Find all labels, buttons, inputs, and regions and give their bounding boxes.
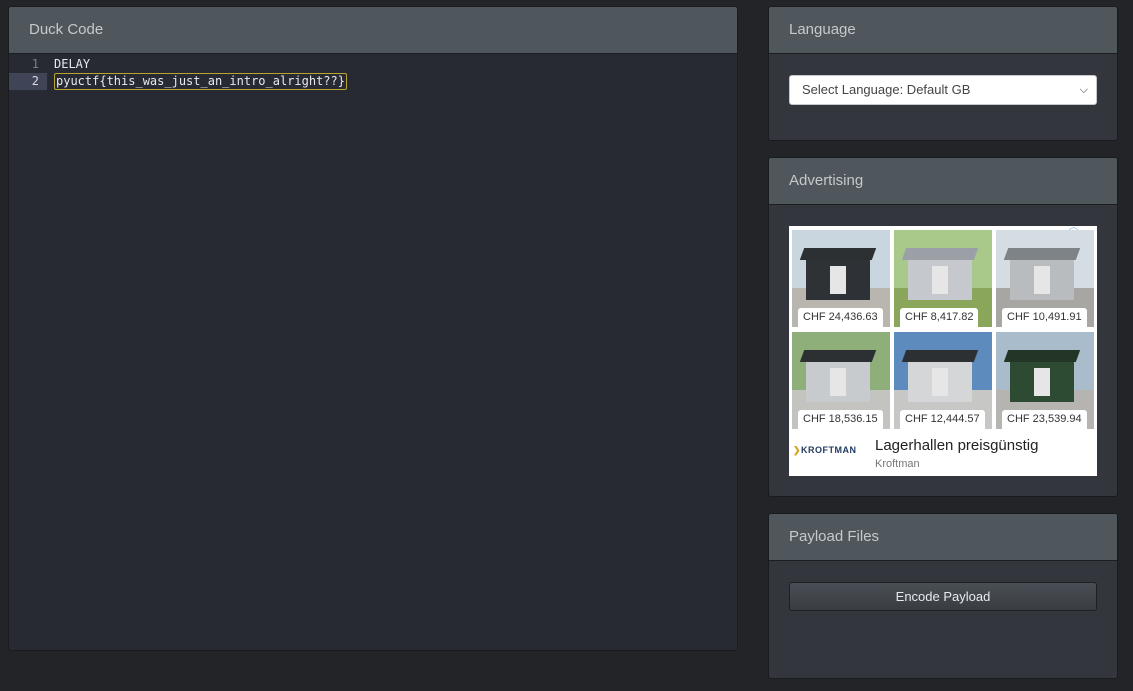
ad-tile[interactable]: CHF 24,436.63 <box>792 230 890 327</box>
duck-code-panel: Duck Code 1 DELAY 2 pyuctf{this_was_just… <box>8 6 738 651</box>
language-panel: Language Select Language: Default GB ⌵ <box>768 6 1118 141</box>
encode-payload-button[interactable]: Encode Payload <box>789 582 1097 611</box>
ad-tile[interactable]: CHF 18,536.15 <box>792 332 890 429</box>
language-select[interactable]: Select Language: Default GB ⌵ <box>789 75 1097 105</box>
ad-footer[interactable]: ❯KROFTMAN Lagerhallen preisgünstig Kroft… <box>789 431 1097 476</box>
code-line-text[interactable]: pyuctf{this_was_just_an_intro_alright??} <box>54 73 347 90</box>
language-select-value: Select Language: Default GB <box>802 82 971 97</box>
code-editor[interactable]: 1 DELAY 2 pyuctf{this_was_just_an_intro_… <box>9 54 737 650</box>
line-number: 1 <box>31 57 39 71</box>
code-line[interactable]: 1 DELAY <box>9 56 737 73</box>
language-title: Language <box>769 7 1117 54</box>
ad-price: CHF 24,436.63 <box>798 308 883 327</box>
payload-files-title: Payload Files <box>769 514 1117 561</box>
ad-banner[interactable]: ⓘ ✕ CHF 24,436.63 CHF 8,417.82 CHF 10,49… <box>789 226 1097 476</box>
code-line-text[interactable]: DELAY <box>54 56 90 73</box>
line-number: 2 <box>9 73 47 90</box>
kroftman-logo: ❯KROFTMAN <box>793 445 857 455</box>
ad-price: CHF 18,536.15 <box>798 410 883 429</box>
ad-advertiser: Kroftman <box>875 458 920 470</box>
advertising-title: Advertising <box>769 158 1117 205</box>
ad-tile[interactable]: CHF 10,491.91 <box>996 230 1094 327</box>
ad-tile[interactable]: CHF 12,444.57 <box>894 332 992 429</box>
ad-tile[interactable]: CHF 23,539.94 <box>996 332 1094 429</box>
ad-price: CHF 8,417.82 <box>900 308 979 327</box>
advertising-panel: Advertising ⓘ ✕ CHF 24,436.63 CHF 8,417.… <box>768 157 1118 497</box>
chevron-down-icon: ⌵ <box>1079 84 1088 96</box>
ad-price: CHF 12,444.57 <box>900 410 985 429</box>
ad-price: CHF 10,491.91 <box>1002 308 1087 327</box>
ad-tile[interactable]: CHF 8,417.82 <box>894 230 992 327</box>
payload-files-panel: Payload Files Encode Payload <box>768 513 1118 679</box>
duck-code-title: Duck Code <box>9 7 737 54</box>
ad-price: CHF 23,539.94 <box>1002 410 1087 429</box>
ad-headline[interactable]: Lagerhallen preisgünstig <box>875 437 1038 454</box>
code-line-active[interactable]: 2 pyuctf{this_was_just_an_intro_alright?… <box>9 73 737 90</box>
